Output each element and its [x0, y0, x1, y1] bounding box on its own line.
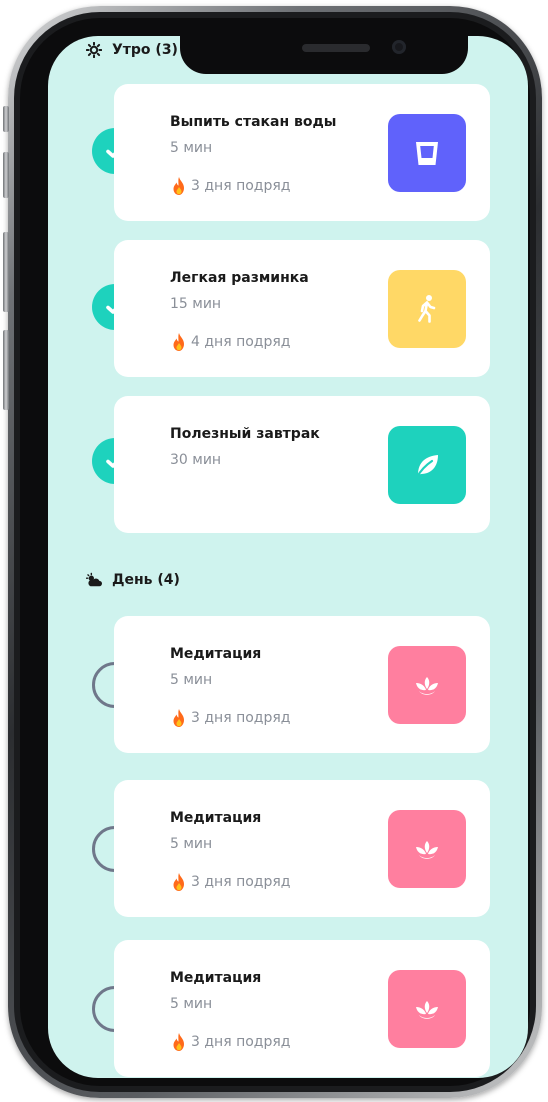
speaker [302, 44, 370, 52]
habit-streak: 4 дня подряд [170, 332, 290, 352]
lotus-icon [416, 841, 438, 859]
leaf-icon [415, 455, 438, 479]
habit-card[interactable]: Медитация 5 мин 3 дня подряд [114, 940, 490, 1077]
habit-card[interactable]: Полезный завтрак 30 мин [114, 396, 490, 533]
habit-duration: 15 мин [170, 296, 222, 312]
streak-label: 3 дня подряд [191, 1034, 291, 1050]
habit-tile [388, 114, 466, 192]
habit-streak: 3 дня подряд [170, 1032, 290, 1052]
habit-title: Выпить стакан воды [170, 114, 337, 130]
section-title: Утро (3) [112, 42, 178, 58]
habit-card[interactable]: Медитация 5 мин 3 дня подряд [114, 616, 490, 753]
habit-title: Легкая разминка [170, 270, 309, 286]
section-day-header: День (4) [86, 572, 180, 588]
habit-duration: 5 мин [170, 140, 213, 156]
lotus-icon [416, 1001, 438, 1019]
habit-tile [388, 426, 466, 504]
app-screen: Утро (3) Выпить стакан воды 5 мин 3 дня … [48, 36, 528, 1078]
habit-streak: 3 дня подряд [170, 176, 290, 196]
lotus-icon [416, 677, 438, 695]
habit-duration: 5 мин [170, 996, 213, 1012]
habit-tile [388, 810, 466, 888]
habit-tile [388, 646, 466, 724]
section-title: День (4) [112, 572, 180, 588]
habit-streak: 3 дня подряд [170, 872, 290, 892]
habit-title: Полезный завтрак [170, 426, 320, 442]
streak-label: 4 дня подряд [191, 334, 291, 350]
habit-title: Медитация [170, 646, 262, 662]
habit-card[interactable]: Легкая разминка 15 мин 4 дня подряд [114, 240, 490, 377]
streak-label: 3 дня подряд [191, 710, 291, 726]
habit-tile [388, 270, 466, 348]
streak-label: 3 дня подряд [191, 178, 291, 194]
habit-streak: 3 дня подряд [170, 708, 290, 728]
habit-duration: 5 мин [170, 672, 213, 688]
habit-title: Медитация [170, 970, 262, 986]
front-camera [392, 40, 406, 54]
habit-title: Медитация [170, 810, 262, 826]
streak-label: 3 дня подряд [191, 874, 291, 890]
notch [180, 36, 468, 74]
flame-icon [173, 709, 184, 727]
side-button [3, 330, 9, 410]
sun-icon [86, 42, 102, 58]
glass-icon [416, 142, 438, 165]
habit-duration: 30 мин [170, 452, 222, 468]
flame-icon [173, 873, 184, 891]
volume-down-button [3, 232, 9, 312]
walking-icon [418, 295, 436, 323]
habit-duration: 5 мин [170, 836, 213, 852]
habit-card[interactable]: Выпить стакан воды 5 мин 3 дня подряд [114, 84, 490, 221]
flame-icon [173, 1033, 184, 1051]
flame-icon [173, 333, 184, 351]
section-morning-header: Утро (3) [86, 42, 178, 58]
habit-card[interactable]: Медитация 5 мин 3 дня подряд [114, 780, 490, 917]
cloud-sun-icon [86, 572, 102, 587]
volume-up-button [3, 152, 9, 198]
habit-tile [388, 970, 466, 1048]
mute-switch [3, 106, 9, 132]
flame-icon [173, 177, 184, 195]
